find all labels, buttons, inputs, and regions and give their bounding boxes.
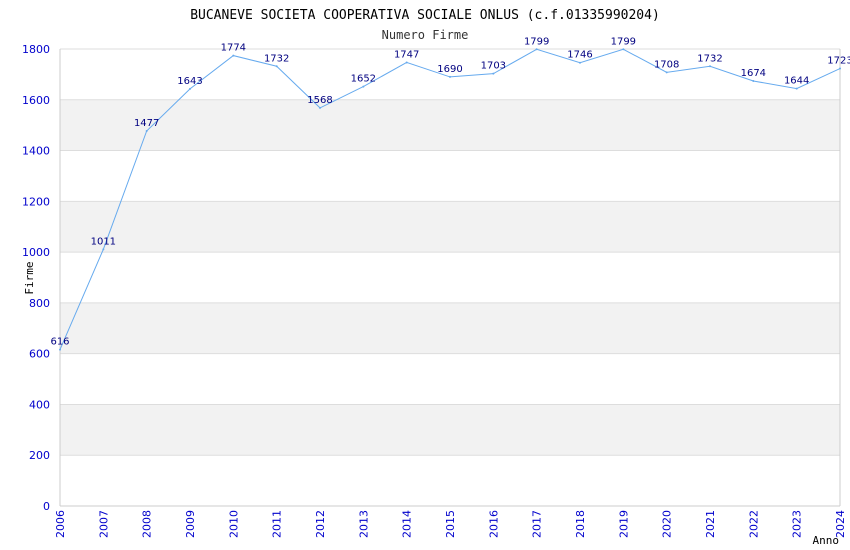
data-point <box>579 61 581 64</box>
data-point <box>795 87 798 90</box>
data-label: 1477 <box>134 118 159 129</box>
data-point <box>189 87 191 90</box>
y-tick-label: 1800 <box>22 43 50 56</box>
y-tick-label: 600 <box>29 348 50 361</box>
data-point <box>665 71 668 74</box>
data-label: 1643 <box>177 76 202 87</box>
y-tick-label: 1400 <box>22 145 50 158</box>
x-tick-label: 2011 <box>271 510 284 538</box>
data-label: 1703 <box>481 61 506 72</box>
x-tick-label: 2009 <box>184 510 197 538</box>
x-tick-label: 2018 <box>574 510 587 538</box>
x-tick-label: 2015 <box>444 510 457 538</box>
data-point <box>622 48 625 51</box>
x-tick-label: 2022 <box>747 510 760 538</box>
x-tick-label: 2016 <box>487 510 500 538</box>
grid-band <box>60 302 840 354</box>
data-labels: 616 1011 1477 1643 1774 1732 1568 1652 1747 1690 1… <box>50 36 850 347</box>
x-tick-label: 2024 <box>834 510 847 538</box>
data-label: 1799 <box>524 36 549 47</box>
x-tick-label: 2010 <box>227 510 240 538</box>
y-tick-label: 200 <box>29 449 50 462</box>
data-label: 1732 <box>264 53 289 64</box>
x-tick-label: 2017 <box>531 510 544 538</box>
x-tick-label: 2014 <box>401 510 414 538</box>
x-tick-label: 2006 <box>54 510 67 538</box>
data-label: 1568 <box>307 95 332 106</box>
y-tick-label: 800 <box>29 297 50 310</box>
x-tick-label: 2013 <box>357 510 370 538</box>
data-label: 1011 <box>91 236 116 247</box>
data-point <box>362 85 365 88</box>
y-tick-label: 1200 <box>22 195 50 208</box>
data-label: 1723 <box>827 56 850 67</box>
data-point <box>449 75 451 78</box>
data-label: 1690 <box>437 64 462 75</box>
data-point <box>535 48 538 51</box>
data-label: 1732 <box>697 53 722 64</box>
y-tick-label: 0 <box>43 500 50 513</box>
data-label: 1747 <box>394 49 419 60</box>
data-label: 616 <box>50 337 69 348</box>
x-tick-label: 2020 <box>661 510 674 538</box>
data-point <box>839 67 841 70</box>
grid-bands <box>60 99 840 456</box>
y-tick-label: 1600 <box>22 94 50 107</box>
data-point <box>102 248 105 251</box>
x-tick-label: 2019 <box>617 510 630 538</box>
data-point <box>275 65 278 68</box>
chart-subtitle: Numero Firme <box>382 28 469 42</box>
data-point <box>492 72 495 75</box>
data-point <box>709 65 711 68</box>
data-point <box>405 61 408 64</box>
line-chart: BUCANEVE SOCIETA COOPERATIVA SOCIALE ONL… <box>22 8 850 547</box>
data-point <box>59 348 61 351</box>
data-point <box>752 79 755 82</box>
data-label: 1652 <box>351 74 376 85</box>
grid-band <box>60 201 840 253</box>
data-label: 1799 <box>611 36 636 47</box>
data-label: 1674 <box>741 68 766 79</box>
chart-title: BUCANEVE SOCIETA COOPERATIVA SOCIALE ONL… <box>190 8 660 23</box>
x-tick-label: 2008 <box>141 510 154 538</box>
x-tick-labels: 2006 2007 2008 2009 2010 2011 2012 2013 2014 2015… <box>54 510 847 538</box>
grid-band <box>60 404 840 456</box>
x-tick-label: 2023 <box>791 510 804 538</box>
y-tick-label: 1000 <box>22 246 50 259</box>
data-label: 1644 <box>784 76 809 87</box>
x-tick-label: 2012 <box>314 510 327 538</box>
x-tick-label: 2007 <box>97 510 110 538</box>
data-label: 1746 <box>567 50 592 61</box>
y-tick-label: 400 <box>29 398 50 411</box>
y-axis-label: Firme <box>23 261 36 294</box>
data-point <box>145 130 148 133</box>
data-point <box>319 106 321 109</box>
data-point <box>232 54 235 57</box>
grid-band <box>60 99 840 151</box>
data-label: 1708 <box>654 59 679 70</box>
x-tick-label: 2021 <box>704 510 717 538</box>
data-label: 1774 <box>221 43 246 54</box>
